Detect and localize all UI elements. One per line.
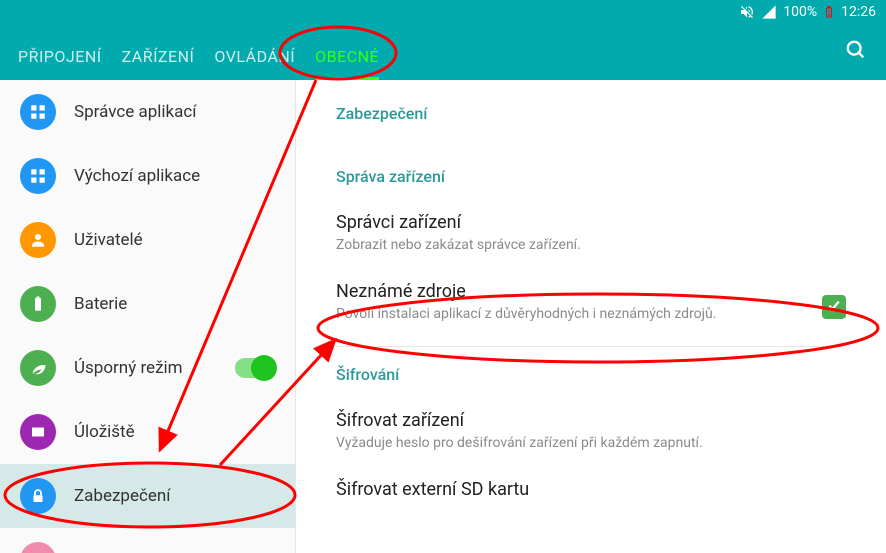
status-bar: 100% 12:26 [0, 0, 886, 24]
leaf-icon [20, 350, 56, 386]
tab-general[interactable]: OBECNÉ [307, 29, 387, 80]
grid-icon [20, 94, 56, 130]
sidebar-item-label: Správce aplikací [74, 102, 196, 122]
sidebar-item-storage[interactable]: Úložiště [0, 400, 295, 464]
sidebar: Správce aplikací Výchozí aplikace Uživat… [0, 80, 296, 553]
section-security: Zabezpečení [296, 80, 886, 135]
tab-connection[interactable]: PŘIPOJENÍ [10, 29, 110, 80]
sidebar-item-label: Úsporný režim [74, 358, 183, 378]
battery-icon [20, 286, 56, 322]
setting-encrypt-sd[interactable]: Šifrovat externí SD kartu [296, 465, 886, 518]
sidebar-item-security[interactable]: Zabezpečení [0, 464, 295, 528]
search-icon [845, 39, 867, 65]
setting-title: Šifrovat externí SD kartu [336, 479, 846, 500]
sidebar-item-battery[interactable]: Baterie [0, 272, 295, 336]
sidebar-item-label: Úložiště [74, 422, 135, 442]
section-encryption: Šifrování [296, 357, 886, 396]
setting-subtitle: Vyžaduje heslo pro dešifrování zařízení … [336, 435, 846, 451]
tab-device[interactable]: ZAŘÍZENÍ [114, 29, 203, 80]
sidebar-item-label: Uživatelé [74, 230, 143, 250]
battery-pct: 100% [783, 4, 817, 20]
power-saving-toggle[interactable] [235, 358, 275, 378]
status-time: 12:26 [841, 4, 876, 20]
sidebar-item-users[interactable]: Uživatelé [0, 208, 295, 272]
setting-title: Správci zařízení [336, 212, 846, 233]
sidebar-item-label: Baterie [74, 294, 127, 314]
lock-icon [20, 478, 56, 514]
tabs: PŘIPOJENÍ ZAŘÍZENÍ OVLÁDÁNÍ OBECNÉ [10, 24, 387, 80]
sidebar-item-partial[interactable] [0, 528, 295, 553]
signal-icon [761, 4, 777, 20]
sidebar-item-power-saving[interactable]: Úsporný režim [0, 336, 295, 400]
storage-icon [20, 414, 56, 450]
battery-alert-icon [823, 4, 835, 20]
sidebar-item-app-manager[interactable]: Správce aplikací [0, 80, 295, 144]
sidebar-item-default-apps[interactable]: Výchozí aplikace [0, 144, 295, 208]
setting-subtitle: Povolí instalaci aplikací z důvěryhodnýc… [336, 306, 806, 322]
user-icon [20, 222, 56, 258]
setting-device-admins[interactable]: Správci zařízení Zobrazit nebo zakázat s… [296, 198, 886, 267]
circle-icon [20, 542, 56, 553]
setting-unknown-sources[interactable]: Neznámé zdroje Povolí instalaci aplikací… [296, 267, 886, 336]
divider [336, 346, 846, 347]
section-device-admin: Správa zařízení [296, 135, 886, 198]
main-panel: Zabezpečení Správa zařízení Správci zaří… [296, 80, 886, 553]
check-icon [826, 297, 842, 317]
unknown-sources-checkbox[interactable] [822, 295, 846, 319]
grid-icon [20, 158, 56, 194]
app-bar: PŘIPOJENÍ ZAŘÍZENÍ OVLÁDÁNÍ OBECNÉ [0, 24, 886, 80]
setting-title: Neznámé zdroje [336, 281, 806, 302]
sidebar-item-label: Výchozí aplikace [74, 166, 200, 186]
mute-icon [739, 4, 755, 20]
setting-title: Šifrovat zařízení [336, 410, 846, 431]
tab-controls[interactable]: OVLÁDÁNÍ [206, 29, 303, 80]
setting-subtitle: Zobrazit nebo zakázat správce zařízení. [336, 237, 846, 253]
search-button[interactable] [836, 32, 876, 72]
sidebar-item-label: Zabezpečení [74, 486, 171, 506]
setting-encrypt-device[interactable]: Šifrovat zařízení Vyžaduje heslo pro deš… [296, 396, 886, 465]
